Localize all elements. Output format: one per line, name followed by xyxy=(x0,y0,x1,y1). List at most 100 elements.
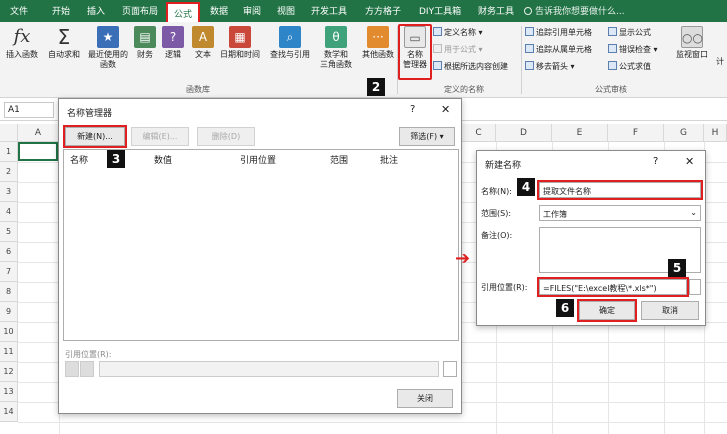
more-book-icon: ··· xyxy=(367,26,389,48)
tab-fangfang[interactable]: 方方格子 xyxy=(365,4,401,17)
math-book-icon: θ xyxy=(325,26,347,48)
step-badge-6: 6 xyxy=(556,299,574,317)
tab-formulas[interactable]: 公式 xyxy=(166,2,201,22)
trace-dependents-icon xyxy=(525,44,534,53)
arrow-right-icon: ➔ xyxy=(455,248,471,269)
create-from-selection-button[interactable]: 根据所选内容创建 xyxy=(433,61,508,72)
select-all-corner[interactable] xyxy=(0,124,18,142)
new-name-button[interactable]: 新建(N)... xyxy=(63,125,127,148)
row-header[interactable]: 1 xyxy=(0,142,18,162)
tab-view[interactable]: 视图 xyxy=(277,4,295,17)
row-header[interactable]: 14 xyxy=(0,402,18,422)
column-header-value: 数值 xyxy=(154,156,173,166)
show-formulas-icon xyxy=(608,27,617,36)
row-header[interactable]: 6 xyxy=(0,242,18,262)
group-label-formula-auditing: 公式审核 xyxy=(595,85,627,94)
col-header[interactable]: F xyxy=(608,124,664,142)
financial-book-icon: ▤ xyxy=(134,26,156,48)
row-header[interactable]: 10 xyxy=(0,322,18,342)
ribbon-formulas: fx 插入函数 Σ 自动求和 ★ 最近使用的 函数 ▤ 财务 ? 逻辑 A 文本… xyxy=(0,22,727,98)
col-header[interactable]: D xyxy=(496,124,552,142)
scope-select[interactable]: 工作簿 ⌄ xyxy=(539,205,701,221)
error-checking-button[interactable]: 错误检查 ▾ xyxy=(608,44,658,55)
ok-button[interactable]: 确定 xyxy=(577,299,637,322)
text-button[interactable]: A 文本 xyxy=(190,26,216,60)
define-name-button[interactable]: 定义名称 ▾ xyxy=(433,27,483,38)
tab-data[interactable]: 数据 xyxy=(210,4,228,17)
datetime-button[interactable]: ▦ 日期和时间 xyxy=(216,26,264,60)
trace-dependents-button[interactable]: 追踪从属单元格 xyxy=(525,44,592,55)
step-badge-3: 3 xyxy=(107,150,125,168)
other-functions-button[interactable]: ··· 其他函数 xyxy=(358,26,398,60)
column-header-name: 名称 xyxy=(70,156,89,166)
row-header[interactable]: 13 xyxy=(0,382,18,402)
col-header[interactable]: E xyxy=(552,124,608,142)
col-header[interactable]: H xyxy=(704,124,727,142)
remove-arrows-button[interactable]: 移去箭头 ▾ xyxy=(525,61,575,72)
tab-page-layout[interactable]: 页面布局 xyxy=(122,4,158,17)
help-button[interactable]: ? xyxy=(653,156,658,167)
show-formulas-button[interactable]: 显示公式 xyxy=(608,27,651,38)
col-header[interactable]: C xyxy=(462,124,496,142)
row-header[interactable]: 11 xyxy=(0,342,18,362)
use-in-formula-button[interactable]: 用于公式 ▾ xyxy=(433,44,483,55)
selected-cell-a1[interactable] xyxy=(18,142,58,161)
use-in-formula-icon xyxy=(433,44,442,53)
star-icon: ★ xyxy=(97,26,119,48)
calendar-book-icon: ▦ xyxy=(229,26,251,48)
scope-label: 范围(S): xyxy=(481,209,512,218)
name-manager-highlight xyxy=(398,24,432,80)
row-header[interactable]: 9 xyxy=(0,302,18,322)
col-header[interactable]: G xyxy=(664,124,704,142)
group-label-defined-names: 定义的名称 xyxy=(444,85,484,94)
close-button[interactable]: 关闭 xyxy=(397,389,453,408)
filter-button[interactable]: 筛选(F) ▾ xyxy=(399,127,455,146)
row-header[interactable]: 3 xyxy=(0,182,18,202)
financial-button[interactable]: ▤ 财务 xyxy=(132,26,158,60)
tab-review[interactable]: 审阅 xyxy=(243,4,261,17)
cancel-button[interactable]: 取消 xyxy=(641,301,699,320)
evaluate-formula-button[interactable]: 公式求值 xyxy=(608,61,651,72)
calculation-button[interactable]: 计 xyxy=(716,56,724,67)
autosum-button[interactable]: Σ 自动求和 xyxy=(44,26,84,60)
row-header[interactable]: 12 xyxy=(0,362,18,382)
grid-line xyxy=(18,422,727,423)
range-picker-icon[interactable] xyxy=(443,361,457,377)
logical-button[interactable]: ? 逻辑 xyxy=(160,26,186,60)
trace-precedents-button[interactable]: 追踪引用单元格 xyxy=(525,27,592,38)
row-header[interactable]: 5 xyxy=(0,222,18,242)
math-trig-button[interactable]: θ 数学和 三角函数 xyxy=(314,26,358,70)
sigma-icon: Σ xyxy=(57,25,71,49)
range-picker-icon[interactable] xyxy=(689,279,701,295)
help-button[interactable]: ? xyxy=(410,104,415,115)
refers-to-field[interactable] xyxy=(99,361,439,377)
row-header[interactable]: 2 xyxy=(0,162,18,182)
close-icon[interactable]: ✕ xyxy=(441,103,450,116)
define-name-icon xyxy=(433,27,442,36)
row-header[interactable]: 8 xyxy=(0,282,18,302)
refers-to-input[interactable]: =FILES("E:\excel教程\*.xls*") xyxy=(537,277,689,297)
tab-developer[interactable]: 开发工具 xyxy=(311,4,347,17)
tell-me-box[interactable]: 告诉我你想要做什么... xyxy=(524,4,625,17)
recent-functions-button[interactable]: ★ 最近使用的 函数 xyxy=(86,26,130,70)
lookup-reference-button[interactable]: ⌕ 查找与引用 xyxy=(266,26,314,60)
tab-diy-toolbox[interactable]: DIY工具箱 xyxy=(419,4,461,17)
col-header[interactable]: A xyxy=(18,124,59,142)
row-header[interactable]: 4 xyxy=(0,202,18,222)
tab-file[interactable]: 文件 xyxy=(10,4,28,17)
row-header[interactable]: 7 xyxy=(0,262,18,282)
edit-name-button[interactable]: 编辑(E)... xyxy=(131,127,189,146)
refers-to-label: 引用位置(R): xyxy=(481,283,528,292)
trace-precedents-icon xyxy=(525,27,534,36)
names-list[interactable]: 名称 数值 引用位置 范围 批注 xyxy=(63,149,459,341)
cancel-edit-icon xyxy=(65,361,79,377)
name-input[interactable]: 提取文件名称 xyxy=(537,180,703,200)
close-icon[interactable]: ✕ xyxy=(685,155,694,168)
tab-home[interactable]: 开始 xyxy=(52,4,70,17)
tab-insert[interactable]: 插入 xyxy=(87,4,105,17)
delete-name-button[interactable]: 删除(D) xyxy=(197,127,255,146)
watch-window-button[interactable]: ○○ 监视窗口 xyxy=(672,26,712,60)
name-box[interactable]: A1 xyxy=(4,102,54,118)
insert-function-button[interactable]: fx 插入函数 xyxy=(2,26,42,60)
tab-finance-tools[interactable]: 财务工具 xyxy=(478,4,514,17)
